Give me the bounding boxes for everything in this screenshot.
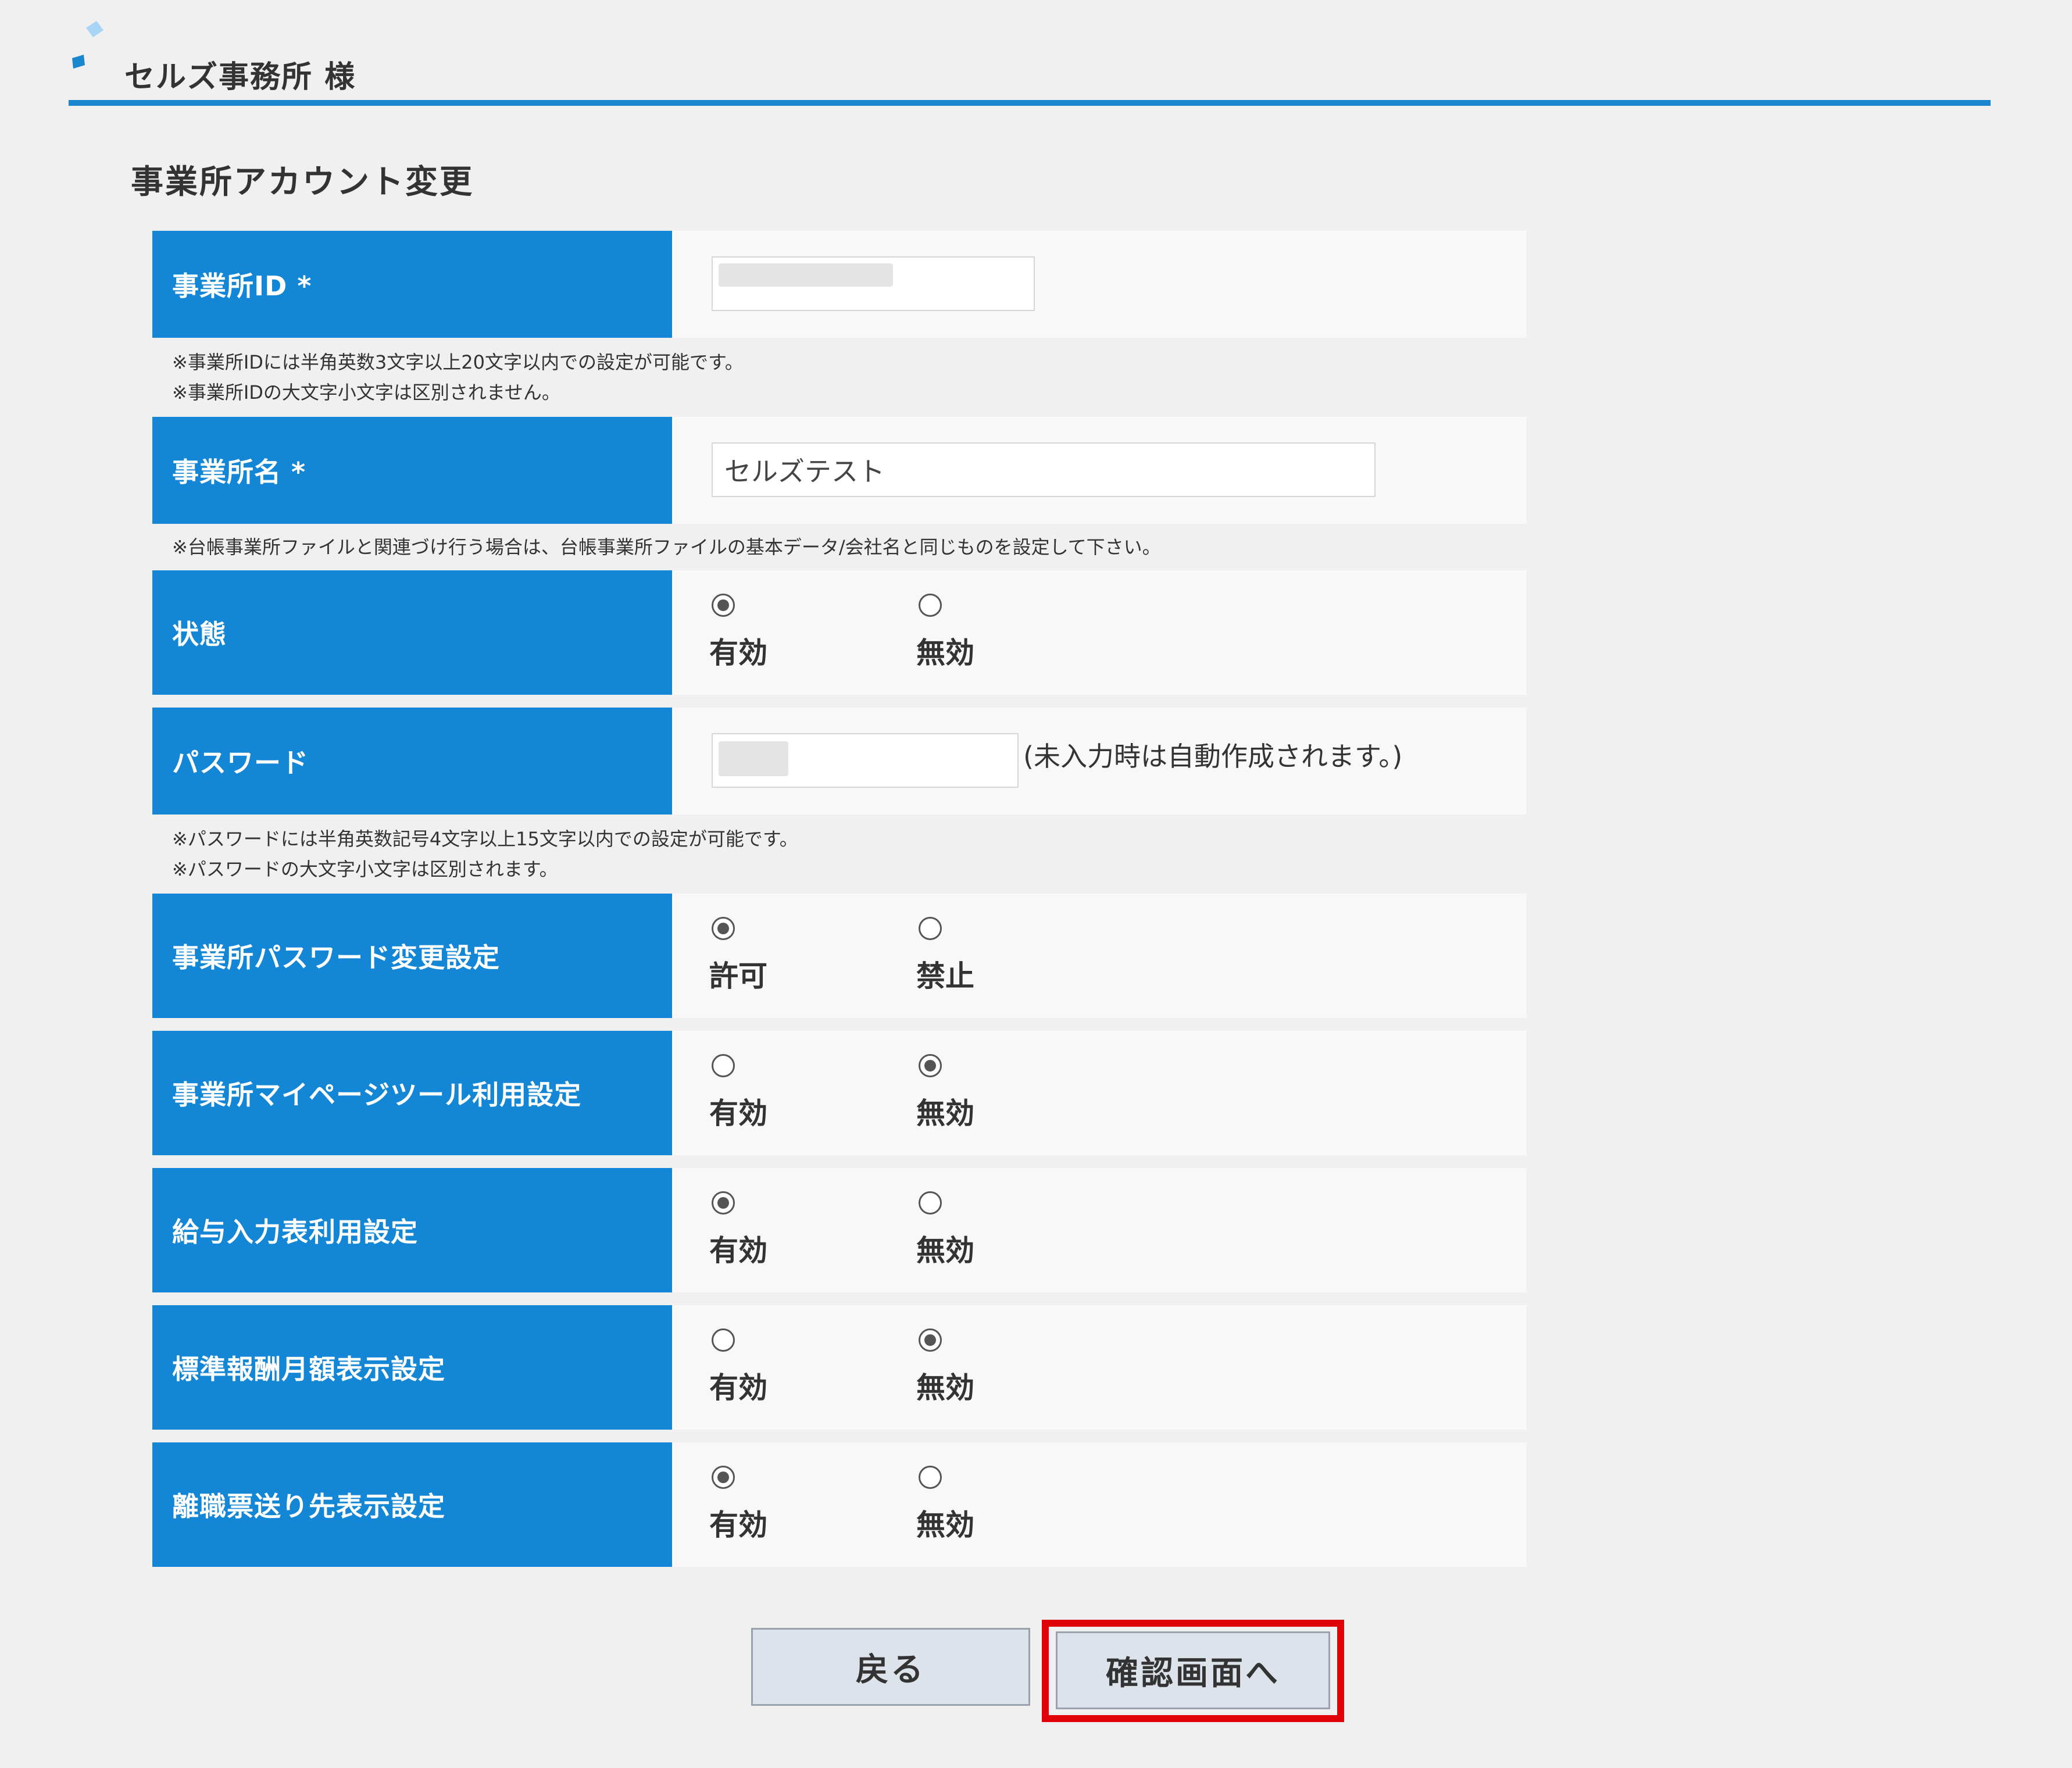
radio-button[interactable] (919, 1466, 942, 1489)
password-notes: ※パスワードには半角英数記号4文字以上15文字以内での設定が可能です。 ※パスワ… (152, 815, 1527, 894)
account-form: 事業所ID * ※事業所IDには半角英数3文字以上20文字以内での設定が可能です… (152, 231, 1527, 1580)
enabled-label: 有効 (709, 1234, 767, 1267)
disabled-label: 無効 (916, 1234, 974, 1267)
office-name-input[interactable]: セルズテスト (712, 442, 1376, 497)
back-button[interactable]: 戻る (751, 1628, 1030, 1706)
password-hint: (未入力時は自動作成されます。) (1023, 741, 1403, 772)
password-change-option-deny[interactable]: 禁止 (916, 917, 974, 995)
radio-button-checked[interactable] (712, 917, 735, 940)
header-divider (69, 100, 1991, 106)
disabled-label: 無効 (916, 1508, 974, 1542)
radio-button-checked[interactable] (712, 1466, 735, 1489)
radio-button-checked[interactable] (919, 1054, 942, 1077)
office-id-label: 事業所ID * (152, 231, 672, 338)
salary-input-option-disabled[interactable]: 無効 (916, 1191, 974, 1269)
radio-button[interactable] (712, 1328, 735, 1352)
row-office-name: 事業所名 * セルズテスト (152, 417, 1527, 524)
standard-remuneration-cell: 有効 無効 (672, 1305, 1527, 1430)
row-status: 状態 有効 無効 (152, 570, 1527, 695)
password-change-option-allow[interactable]: 許可 (709, 917, 767, 995)
office-name-cell: セルズテスト (672, 417, 1527, 524)
row-standard-remuneration: 標準報酬月額表示設定 有効 無効 (152, 1305, 1527, 1430)
enabled-label: 有効 (709, 1508, 767, 1542)
password-change-cell: 許可 禁止 (672, 894, 1527, 1018)
status-disabled-label: 無効 (916, 636, 974, 670)
status-option-enabled[interactable]: 有効 (709, 594, 767, 672)
office-name-heading: セルズ事務所 様 (124, 60, 356, 95)
radio-button[interactable] (919, 594, 942, 617)
radio-button[interactable] (919, 1191, 942, 1215)
office-name-note: ※台帳事業所ファイルと関連づけ行う場合は、台帳事業所ファイルの基本データ/会社名… (172, 536, 1161, 558)
radio-button[interactable] (712, 1054, 735, 1077)
enabled-label: 有効 (709, 1096, 767, 1130)
password-input[interactable] (712, 733, 1019, 788)
separation-slip-option-disabled[interactable]: 無効 (916, 1466, 974, 1544)
page-title: 事業所アカウント変更 (131, 163, 474, 201)
password-note-2: ※パスワードの大文字小文字は区別されます。 (172, 858, 558, 880)
allow-label: 許可 (709, 959, 767, 993)
enabled-label: 有効 (709, 1371, 767, 1405)
status-label: 状態 (152, 570, 672, 695)
salary-input-label: 給与入力表利用設定 (152, 1168, 672, 1292)
office-id-note-1: ※事業所IDには半角英数3文字以上20文字以内での設定が可能です。 (172, 351, 744, 373)
row-office-id: 事業所ID * (152, 231, 1527, 338)
disabled-label: 無効 (916, 1096, 974, 1130)
password-cell: (未入力時は自動作成されます。) (672, 708, 1527, 815)
deny-label: 禁止 (916, 959, 974, 993)
standard-remuneration-option-enabled[interactable]: 有効 (709, 1328, 767, 1406)
separation-slip-cell: 有効 無効 (672, 1442, 1527, 1567)
redacted-value (719, 741, 788, 776)
radio-button-checked[interactable] (712, 594, 735, 617)
row-password: パスワード (未入力時は自動作成されます。) (152, 708, 1527, 815)
logo-icon (72, 21, 103, 69)
mypage-tool-option-disabled[interactable]: 無効 (916, 1054, 974, 1132)
password-note-1: ※パスワードには半角英数記号4文字以上15文字以内での設定が可能です。 (172, 828, 798, 850)
mypage-tool-label: 事業所マイページツール利用設定 (152, 1031, 672, 1155)
disabled-label: 無効 (916, 1371, 974, 1405)
status-enabled-label: 有効 (709, 636, 767, 670)
mypage-tool-cell: 有効 無効 (672, 1031, 1527, 1155)
standard-remuneration-label: 標準報酬月額表示設定 (152, 1305, 672, 1430)
office-id-notes: ※事業所IDには半角英数3文字以上20文字以内での設定が可能です。 ※事業所ID… (152, 338, 1527, 417)
row-mypage-tool: 事業所マイページツール利用設定 有効 無効 (152, 1031, 1527, 1155)
office-name-label: 事業所名 * (152, 417, 672, 524)
office-id-note-2: ※事業所IDの大文字小文字は区別されません。 (172, 381, 560, 403)
page-header: セルズ事務所 様 (69, 17, 1991, 108)
separation-slip-label: 離職票送り先表示設定 (152, 1442, 672, 1567)
radio-button[interactable] (919, 917, 942, 940)
redacted-value (719, 263, 893, 287)
office-id-input[interactable] (712, 256, 1035, 311)
password-label: パスワード (152, 708, 672, 815)
separation-slip-option-enabled[interactable]: 有効 (709, 1466, 767, 1544)
password-change-label: 事業所パスワード変更設定 (152, 894, 672, 1018)
form-buttons: 戻る 確認画面へ (751, 1620, 1346, 1724)
confirm-button[interactable]: 確認画面へ (1056, 1631, 1330, 1709)
radio-button-checked[interactable] (919, 1328, 942, 1352)
row-password-change: 事業所パスワード変更設定 許可 禁止 (152, 894, 1527, 1018)
status-cell: 有効 無効 (672, 570, 1527, 695)
office-id-cell (672, 231, 1527, 338)
standard-remuneration-option-disabled[interactable]: 無効 (916, 1328, 974, 1406)
salary-input-option-enabled[interactable]: 有効 (709, 1191, 767, 1269)
salary-input-cell: 有効 無効 (672, 1168, 1527, 1292)
status-option-disabled[interactable]: 無効 (916, 594, 974, 672)
mypage-tool-option-enabled[interactable]: 有効 (709, 1054, 767, 1132)
row-salary-input: 給与入力表利用設定 有効 無効 (152, 1168, 1527, 1292)
radio-button-checked[interactable] (712, 1191, 735, 1215)
row-separation-slip: 離職票送り先表示設定 有効 無効 (152, 1442, 1527, 1567)
